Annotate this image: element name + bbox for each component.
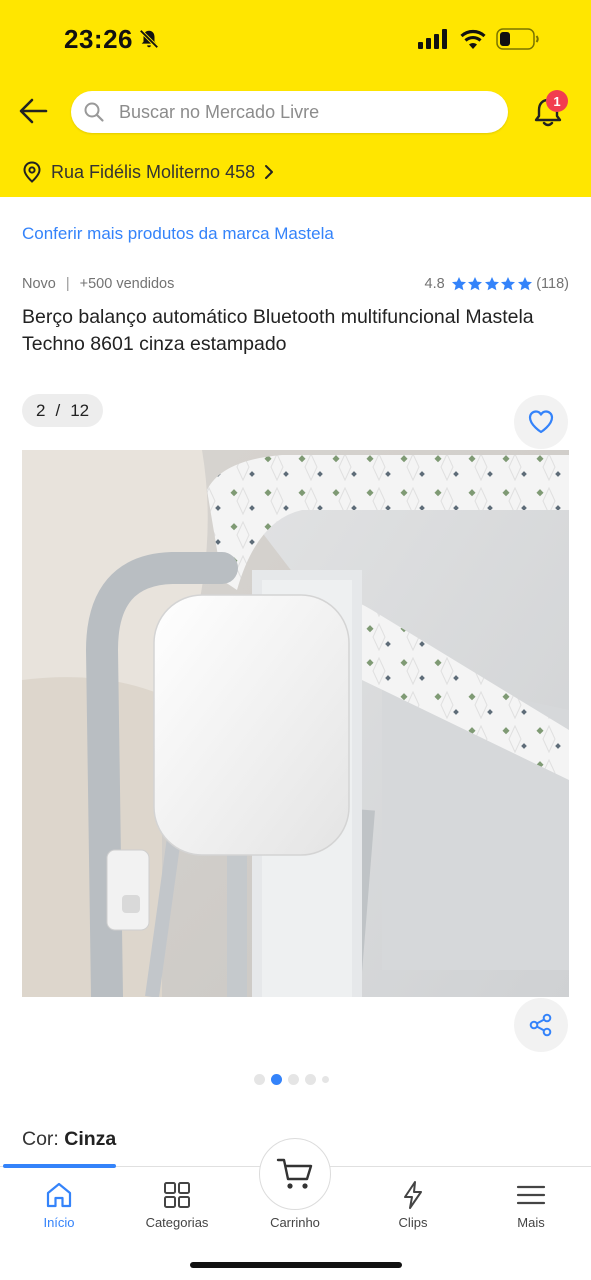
battery-icon — [496, 28, 539, 50]
star-icon — [451, 277, 466, 291]
address-selector[interactable]: Rua Fidélis Moliterno 458 — [22, 157, 275, 187]
wifi-icon — [460, 29, 486, 49]
rating-count: (118) — [536, 276, 569, 292]
tab-label: Início — [43, 1215, 75, 1230]
rating-stars — [451, 276, 534, 292]
bell-off-icon — [139, 29, 159, 49]
chevron-right-icon — [265, 165, 274, 179]
lightning-icon — [404, 1181, 422, 1209]
meta-separator: | — [65, 276, 70, 292]
tab-mais[interactable]: Mais — [472, 1180, 590, 1230]
active-tab-indicator — [3, 1164, 116, 1168]
gallery-total: 12 — [70, 400, 90, 420]
tab-label: Clips — [398, 1215, 428, 1230]
color-selector: Cor: Cinza — [22, 1128, 116, 1151]
address-label: Rua Fidélis Moliterno 458 — [51, 161, 256, 182]
product-image[interactable] — [22, 450, 569, 997]
sold-count: +500 vendidos — [79, 276, 175, 292]
tab-label: Categorias — [145, 1215, 209, 1230]
search-icon — [84, 102, 104, 122]
location-pin-icon — [23, 161, 41, 183]
status-time: 23:26 — [64, 24, 133, 54]
gallery-current: 2 — [36, 400, 46, 420]
gallery-counter: 2 / 12 — [22, 394, 104, 427]
brand-products-link[interactable]: Conferir mais produtos da marca Mastela — [22, 224, 334, 244]
gallery-dot[interactable] — [322, 1076, 329, 1083]
condition-label: Novo — [22, 276, 56, 292]
product-meta: Novo | +500 vendidos — [22, 276, 174, 292]
color-label: Cor: — [22, 1128, 59, 1150]
home-icon — [46, 1182, 72, 1208]
menu-icon — [516, 1185, 546, 1205]
gallery-dot[interactable] — [254, 1074, 265, 1085]
gallery-dots — [254, 1074, 335, 1085]
tab-inicio[interactable]: Início — [0, 1180, 118, 1230]
tab-label: Mais — [517, 1215, 545, 1230]
search-bar[interactable] — [71, 91, 508, 133]
product-photo — [22, 450, 569, 997]
star-icon — [484, 277, 499, 291]
star-icon — [517, 277, 532, 291]
share-button[interactable] — [514, 998, 568, 1052]
tab-carrinho[interactable] — [259, 1138, 331, 1210]
share-icon — [529, 1013, 552, 1037]
gallery-dot[interactable] — [288, 1074, 299, 1085]
gallery-dot[interactable] — [305, 1074, 316, 1085]
arrow-left-icon[interactable] — [18, 96, 50, 126]
heart-icon — [528, 410, 554, 434]
cart-icon — [276, 1158, 313, 1189]
gallery-dot-active[interactable] — [271, 1074, 282, 1085]
home-indicator[interactable] — [190, 1262, 402, 1268]
favorite-button[interactable] — [514, 395, 568, 449]
grid-icon — [164, 1182, 190, 1208]
product-title: Berço balanço automático Bluetooth multi… — [22, 306, 534, 355]
rating-summary[interactable]: 4.8 (118) — [425, 276, 569, 292]
tab-clips[interactable]: Clips — [354, 1180, 472, 1230]
tab-categorias[interactable]: Categorias — [118, 1180, 236, 1230]
star-icon — [468, 277, 483, 291]
notification-badge: 1 — [546, 90, 568, 112]
tab-label: Carrinho — [270, 1215, 320, 1230]
signal-icon — [418, 29, 447, 49]
color-value: Cinza — [64, 1128, 117, 1150]
rating-value: 4.8 — [424, 276, 445, 292]
gallery-separator: / — [55, 400, 61, 420]
search-input[interactable] — [119, 97, 489, 127]
star-icon — [501, 277, 516, 291]
